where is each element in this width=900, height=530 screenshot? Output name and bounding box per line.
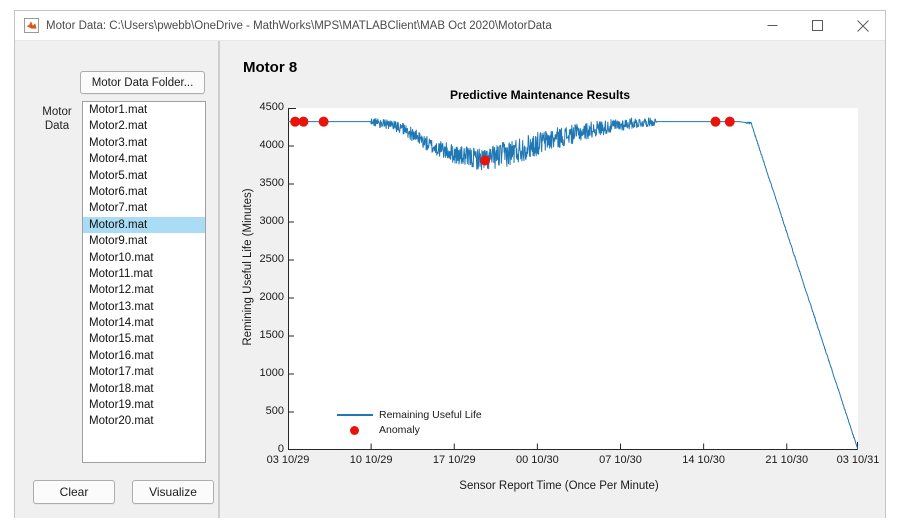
- list-item[interactable]: Motor17.mat: [83, 364, 205, 380]
- list-item[interactable]: Motor15.mat: [83, 331, 205, 347]
- list-item[interactable]: Motor12.mat: [83, 282, 205, 298]
- list-item[interactable]: Motor4.mat: [83, 151, 205, 167]
- list-item[interactable]: Motor2.mat: [83, 118, 205, 134]
- list-item[interactable]: Motor1.mat: [83, 102, 205, 118]
- list-item[interactable]: Motor13.mat: [83, 299, 205, 315]
- y-tick-label: 3500: [259, 177, 284, 189]
- motor-data-label-line2: Data: [44, 120, 70, 132]
- x-tick-label: 14 10/30: [682, 454, 726, 466]
- y-tick-label: 4500: [259, 101, 284, 113]
- y-tick-label: 500: [265, 405, 284, 417]
- y-tick-label: 2500: [259, 253, 284, 265]
- list-item[interactable]: Motor6.mat: [83, 184, 205, 200]
- x-tick-label: 00 10/30: [515, 454, 559, 466]
- chart-panel: Motor 8 Predictive Maintenance Results R…: [220, 41, 885, 518]
- list-item[interactable]: Motor8.mat: [83, 216, 205, 234]
- x-tick-label: 03 10/31: [836, 454, 880, 466]
- y-axis-ticks: 0 500 1000 1500 2000 2500 3000 3500 4000 4500: [240, 101, 284, 455]
- x-tick-label: 17 10/29: [432, 454, 476, 466]
- legend-dot-icon: [350, 426, 359, 435]
- legend-label-anomaly: Anomaly: [379, 424, 420, 436]
- plot-area: Remaining Useful Life Anomaly: [288, 108, 858, 450]
- close-icon[interactable]: [840, 11, 885, 40]
- motor-data-label: Motor Data: [35, 105, 79, 133]
- chart-legend: Remaining Useful Life Anomaly: [333, 408, 503, 444]
- motor-data-folder-button[interactable]: Motor Data Folder...: [80, 71, 205, 94]
- window-title: Motor Data: C:\Users\pwebb\OneDrive - Ma…: [46, 20, 552, 32]
- list-item[interactable]: Motor16.mat: [83, 348, 205, 364]
- page-title: Motor 8: [243, 59, 298, 76]
- matlab-icon: [24, 18, 39, 33]
- chart-title: Predictive Maintenance Results: [449, 88, 631, 102]
- list-item[interactable]: Motor20.mat: [83, 413, 205, 429]
- x-tick-label: 03 10/29: [266, 454, 310, 466]
- list-item[interactable]: Motor7.mat: [83, 200, 205, 216]
- legend-label-rul: Remaining Useful Life: [379, 409, 482, 421]
- plot-svg: [288, 108, 858, 450]
- minimize-icon[interactable]: [750, 11, 795, 40]
- x-axis-ticks: 03 10/29 10 10/29 17 10/29 00 10/30 07 10/30…: [267, 454, 880, 470]
- x-tick-label: 07 10/30: [599, 454, 642, 466]
- list-item[interactable]: Motor3.mat: [83, 135, 205, 151]
- clear-button[interactable]: Clear: [33, 480, 115, 504]
- y-tick-label: 1500: [259, 329, 284, 341]
- app-window: Motor Data: C:\Users\pwebb\OneDrive - Ma…: [14, 10, 886, 518]
- list-item[interactable]: Motor19.mat: [83, 397, 205, 413]
- maximize-icon[interactable]: [795, 11, 840, 40]
- x-axis-label: Sensor Report Time (Once Per Minute): [459, 480, 659, 492]
- visualize-button[interactable]: Visualize: [132, 480, 214, 504]
- motor-data-listbox[interactable]: Motor1.mat Motor2.mat Motor3.mat Motor4.mat…: [82, 101, 206, 463]
- list-item[interactable]: Motor14.mat: [83, 315, 205, 331]
- title-bar: Motor Data: C:\Users\pwebb\OneDrive - Ma…: [15, 11, 885, 41]
- y-tick-label: 3000: [259, 215, 284, 227]
- sidebar-panel: Motor Data Folder... Motor Data Motor1.m…: [15, 41, 218, 518]
- list-item[interactable]: Motor10.mat: [83, 250, 205, 266]
- list-item[interactable]: Motor5.mat: [83, 168, 205, 184]
- x-tick-label: 21 10/30: [765, 454, 809, 466]
- list-item[interactable]: Motor11.mat: [83, 266, 205, 282]
- list-item[interactable]: Motor9.mat: [83, 233, 205, 249]
- y-tick-label: 4000: [259, 139, 284, 151]
- y-tick-label: 2000: [259, 291, 284, 303]
- legend-line-icon: [337, 414, 373, 416]
- motor-data-label-line1: Motor: [42, 106, 72, 118]
- y-tick-label: 1000: [259, 367, 284, 379]
- list-item[interactable]: Motor18.mat: [83, 381, 205, 397]
- chart-container: Predictive Maintenance Results Remining …: [240, 86, 880, 506]
- x-tick-label: 10 10/29: [349, 454, 393, 466]
